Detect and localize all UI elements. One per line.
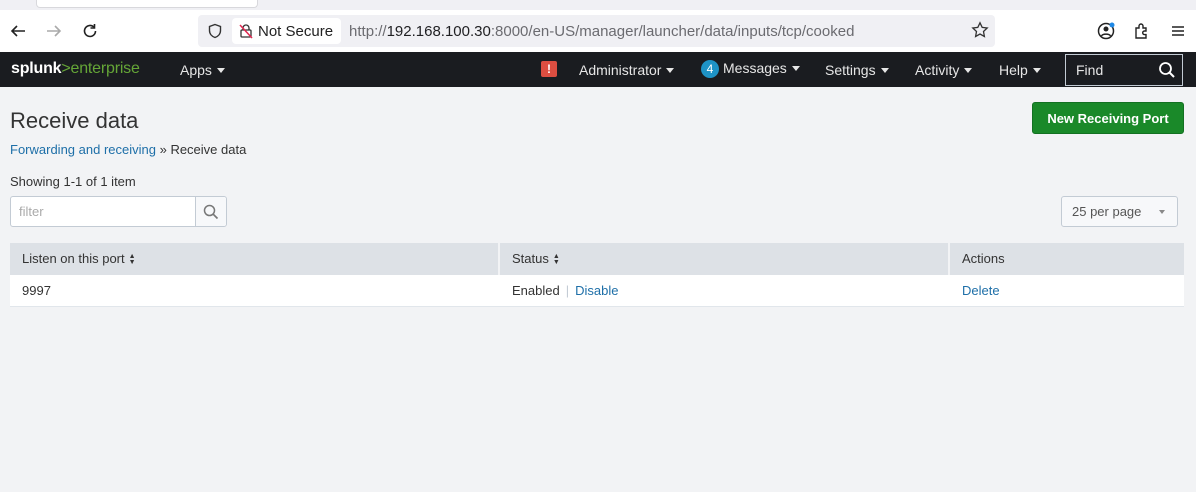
chevron-down-icon <box>1032 68 1041 73</box>
account-icon <box>1097 22 1115 40</box>
sort-icon: ▲ ▼ <box>128 253 136 266</box>
disable-link[interactable]: Disable <box>575 283 618 298</box>
column-header-label: Actions <box>962 251 1005 266</box>
administrator-menu-label: Administrator <box>579 62 662 78</box>
insecure-lock-icon <box>239 24 253 39</box>
star-icon <box>971 21 989 38</box>
help-menu-label: Help <box>999 62 1028 78</box>
browser-tab[interactable] <box>36 0 258 8</box>
hamburger-icon <box>1172 26 1184 36</box>
find-input[interactable] <box>1066 55 1156 85</box>
account-button[interactable] <box>1088 13 1124 49</box>
splunk-logo[interactable]: splunk>enterprise <box>11 60 140 78</box>
not-secure-label: Not Secure <box>258 22 334 40</box>
receiving-ports-table: Listen on this port ▲ ▼ Status ▲ ▼ Actions 9… <box>10 243 1184 307</box>
settings-menu-label: Settings <box>825 62 876 78</box>
filter-input[interactable] <box>11 197 196 226</box>
messages-menu-label: Messages <box>723 60 787 76</box>
cell-port: 9997 <box>22 283 51 298</box>
breadcrumb-current: Receive data <box>170 142 247 157</box>
column-header-port[interactable]: Listen on this port ▲ ▼ <box>10 243 500 275</box>
per-page-label: 25 per page <box>1072 204 1142 219</box>
chevron-down-icon <box>216 68 225 73</box>
menu-button[interactable] <box>1160 13 1196 49</box>
filter-search-button[interactable] <box>195 197 226 226</box>
settings-menu[interactable]: Settings <box>825 62 889 78</box>
address-bar[interactable]: Not Secure http://192.168.100.30:8000/en… <box>198 15 995 47</box>
results-count: Showing 1-1 of 1 item <box>10 174 136 189</box>
column-header-label: Listen on this port <box>22 251 125 266</box>
column-header-status[interactable]: Status ▲ ▼ <box>500 243 950 275</box>
messages-count-badge: 4 <box>701 60 719 78</box>
not-secure-indicator[interactable]: Not Secure <box>232 18 342 44</box>
arrow-right-icon <box>47 25 62 37</box>
table-header: Listen on this port ▲ ▼ Status ▲ ▼ Actions <box>10 243 1184 275</box>
url-host: 192.168.100.30 <box>386 22 491 40</box>
column-header-actions: Actions <box>950 243 1184 275</box>
shield-icon <box>208 23 222 39</box>
browser-tab-strip <box>0 0 1196 10</box>
bookmark-button[interactable] <box>971 21 989 42</box>
reload-icon <box>83 24 97 38</box>
arrow-left-icon <box>10 25 25 37</box>
breadcrumb-separator: » <box>155 142 171 157</box>
per-page-select[interactable]: 25 per page <box>1061 196 1178 227</box>
alert-icon[interactable]: ! <box>541 61 557 77</box>
puzzle-icon <box>1135 23 1147 39</box>
column-header-label: Status <box>512 251 549 266</box>
activity-menu-label: Activity <box>915 62 960 78</box>
extensions-button[interactable] <box>1124 13 1160 49</box>
chevron-down-icon <box>1159 210 1165 214</box>
delete-link[interactable]: Delete <box>962 283 1000 298</box>
url-prefix: http:// <box>349 22 387 40</box>
apps-menu[interactable]: Apps <box>180 62 225 78</box>
divider: | <box>565 283 570 298</box>
administrator-menu[interactable]: Administrator <box>579 62 675 78</box>
help-menu[interactable]: Help <box>999 62 1041 78</box>
status-text: Enabled <box>512 283 560 298</box>
breadcrumb-link-forwarding[interactable]: Forwarding and receiving <box>10 142 156 157</box>
chevron-down-icon <box>964 68 973 73</box>
logo-gt: > <box>61 60 71 77</box>
breadcrumb: Forwarding and receiving » Receive data <box>10 142 246 157</box>
reload-button[interactable] <box>72 13 108 49</box>
search-icon[interactable] <box>1158 61 1176 82</box>
chevron-down-icon <box>791 66 800 71</box>
messages-menu[interactable]: 4 Messages <box>701 60 800 78</box>
logo-brand: splunk <box>11 60 62 77</box>
cell-actions: Delete <box>950 275 1184 307</box>
search-icon <box>203 204 219 219</box>
browser-toolbar: Not Secure http://192.168.100.30:8000/en… <box>0 10 1196 52</box>
new-receiving-port-button[interactable]: New Receiving Port <box>1032 102 1184 134</box>
chevron-down-icon <box>666 68 675 73</box>
browser-toolbar-right <box>1088 10 1196 52</box>
sort-icon: ▲ ▼ <box>552 253 560 266</box>
page-title: Receive data <box>10 108 139 133</box>
filter-box <box>10 196 227 227</box>
chevron-down-icon <box>880 68 889 73</box>
apps-menu-label: Apps <box>180 62 212 78</box>
tracking-protection-button[interactable] <box>200 23 230 39</box>
splunk-nav-bar: splunk>enterprise Apps ! Administrator 4… <box>0 52 1196 87</box>
logo-product: enterprise <box>70 60 140 77</box>
url-text[interactable]: http://192.168.100.30:8000/en-US/manager… <box>349 23 854 40</box>
back-button[interactable] <box>0 13 36 49</box>
activity-menu[interactable]: Activity <box>915 62 973 78</box>
cell-status: Enabled | Disable <box>500 275 950 307</box>
find-box <box>1065 54 1183 86</box>
url-path: :8000/en-US/manager/launcher/data/inputs… <box>490 22 855 40</box>
table-row: 9997 Enabled | Disable Delete <box>10 275 1184 307</box>
forward-button[interactable] <box>36 13 72 49</box>
